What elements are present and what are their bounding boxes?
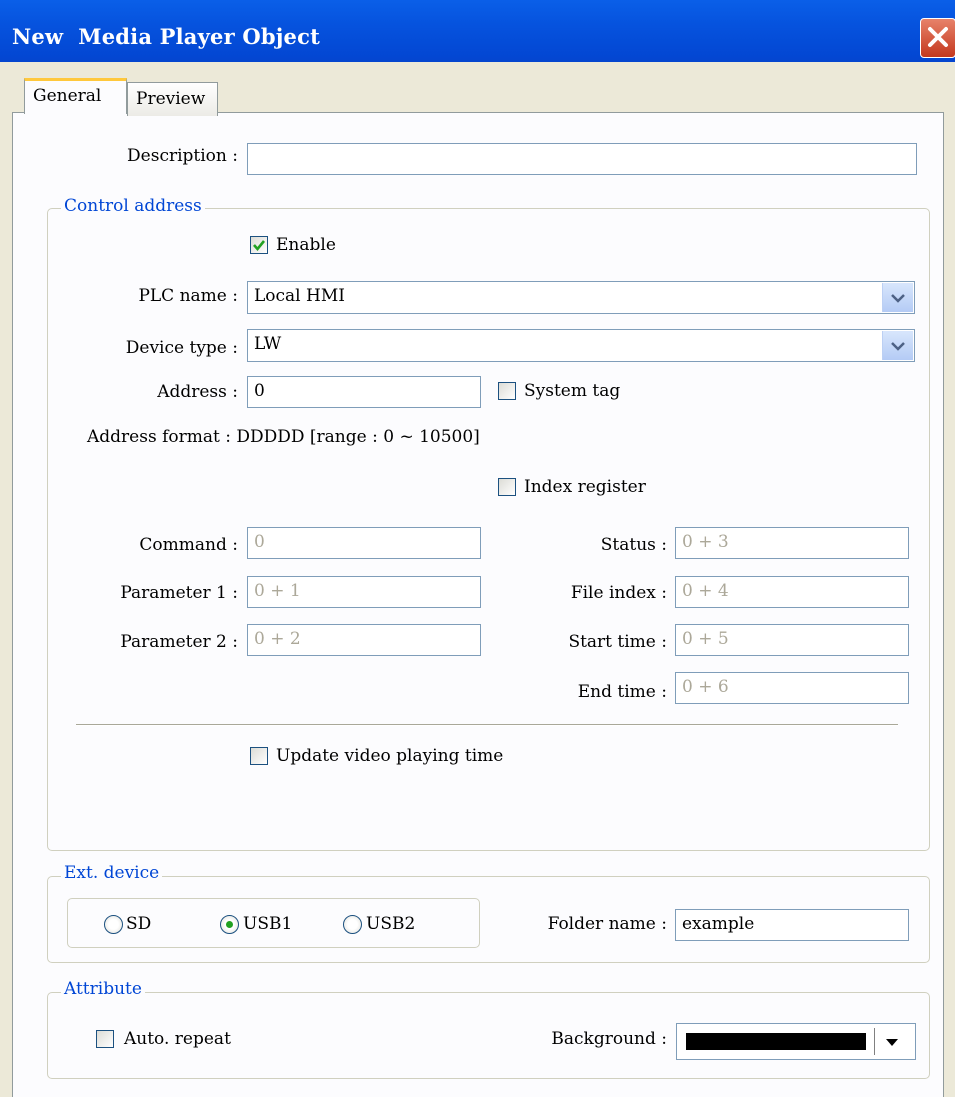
start-time-label: Start time : [568, 632, 667, 652]
usb2-radio[interactable] [343, 915, 362, 934]
command-input: 0 [247, 527, 481, 559]
separator [76, 724, 898, 726]
tab-general-label: General [33, 86, 102, 106]
update-video-label: Update video playing time [276, 746, 504, 766]
file-index-input: 0 + 4 [675, 576, 909, 608]
usb1-label: USB1 [243, 914, 293, 934]
auto-repeat-checkbox[interactable] [96, 1030, 114, 1048]
chevron-down-icon [891, 342, 905, 351]
background-color-picker[interactable] [676, 1023, 916, 1060]
system-tag-label: System tag [524, 381, 621, 401]
index-register-checkbox[interactable] [498, 478, 516, 496]
plc-name-select[interactable]: Local HMI [247, 281, 915, 314]
device-type-select[interactable]: LW [247, 329, 915, 362]
background-label: Background : [551, 1029, 667, 1049]
parameter2-input: 0 + 2 [247, 624, 481, 656]
device-type-label: Device type : [125, 338, 238, 358]
device-type-value: LW [254, 334, 282, 354]
window-title: New Media Player Object [12, 24, 320, 49]
tab-general[interactable]: General [24, 78, 127, 114]
auto-repeat-label: Auto. repeat [124, 1029, 231, 1049]
parameter1-input: 0 + 1 [247, 576, 481, 608]
usb2-label: USB2 [366, 914, 416, 934]
enable-label: Enable [276, 235, 336, 255]
device-type-dropdown-button[interactable] [882, 331, 913, 360]
sd-radio[interactable] [104, 915, 123, 934]
plc-name-value: Local HMI [254, 286, 345, 306]
parameter2-label: Parameter 2 : [120, 632, 238, 652]
close-button[interactable] [920, 18, 955, 58]
parameter1-label: Parameter 1 : [120, 583, 238, 603]
file-index-label: File index : [570, 583, 667, 603]
start-time-input: 0 + 5 [675, 624, 909, 656]
folder-name-label: Folder name : [547, 914, 667, 934]
picker-divider [874, 1028, 875, 1055]
description-label: Description : [127, 146, 238, 166]
control-address-title: Control address [61, 196, 205, 216]
end-time-input: 0 + 6 [675, 672, 909, 704]
command-label: Command : [139, 535, 238, 555]
ext-device-title: Ext. device [61, 863, 163, 883]
update-video-checkbox[interactable] [250, 747, 268, 765]
system-tag-checkbox[interactable] [498, 382, 516, 400]
dropdown-arrow-icon [886, 1039, 898, 1046]
index-register-label: Index register [524, 477, 646, 497]
address-format-text: Address format : DDDDD [range : 0 ~ 1050… [87, 427, 480, 447]
plc-name-dropdown-button[interactable] [882, 283, 913, 312]
background-color-swatch [686, 1033, 866, 1050]
address-input[interactable]: 0 [247, 376, 481, 408]
checkmark-icon [253, 240, 266, 252]
tab-preview-label: Preview [136, 89, 206, 109]
radio-selected-dot [226, 921, 233, 928]
end-time-label: End time : [577, 682, 667, 702]
folder-name-input[interactable]: example [675, 909, 909, 941]
description-input[interactable] [247, 143, 917, 175]
attribute-title: Attribute [61, 979, 145, 999]
close-icon [928, 27, 948, 47]
status-label: Status : [600, 535, 667, 555]
sd-label: SD [126, 914, 152, 934]
status-input: 0 + 3 [675, 527, 909, 559]
address-label: Address : [157, 382, 238, 402]
tab-preview[interactable]: Preview [127, 82, 218, 116]
enable-checkbox[interactable] [250, 236, 268, 254]
plc-name-label: PLC name : [138, 286, 238, 306]
chevron-down-icon [891, 294, 905, 303]
usb1-radio[interactable] [220, 915, 239, 934]
